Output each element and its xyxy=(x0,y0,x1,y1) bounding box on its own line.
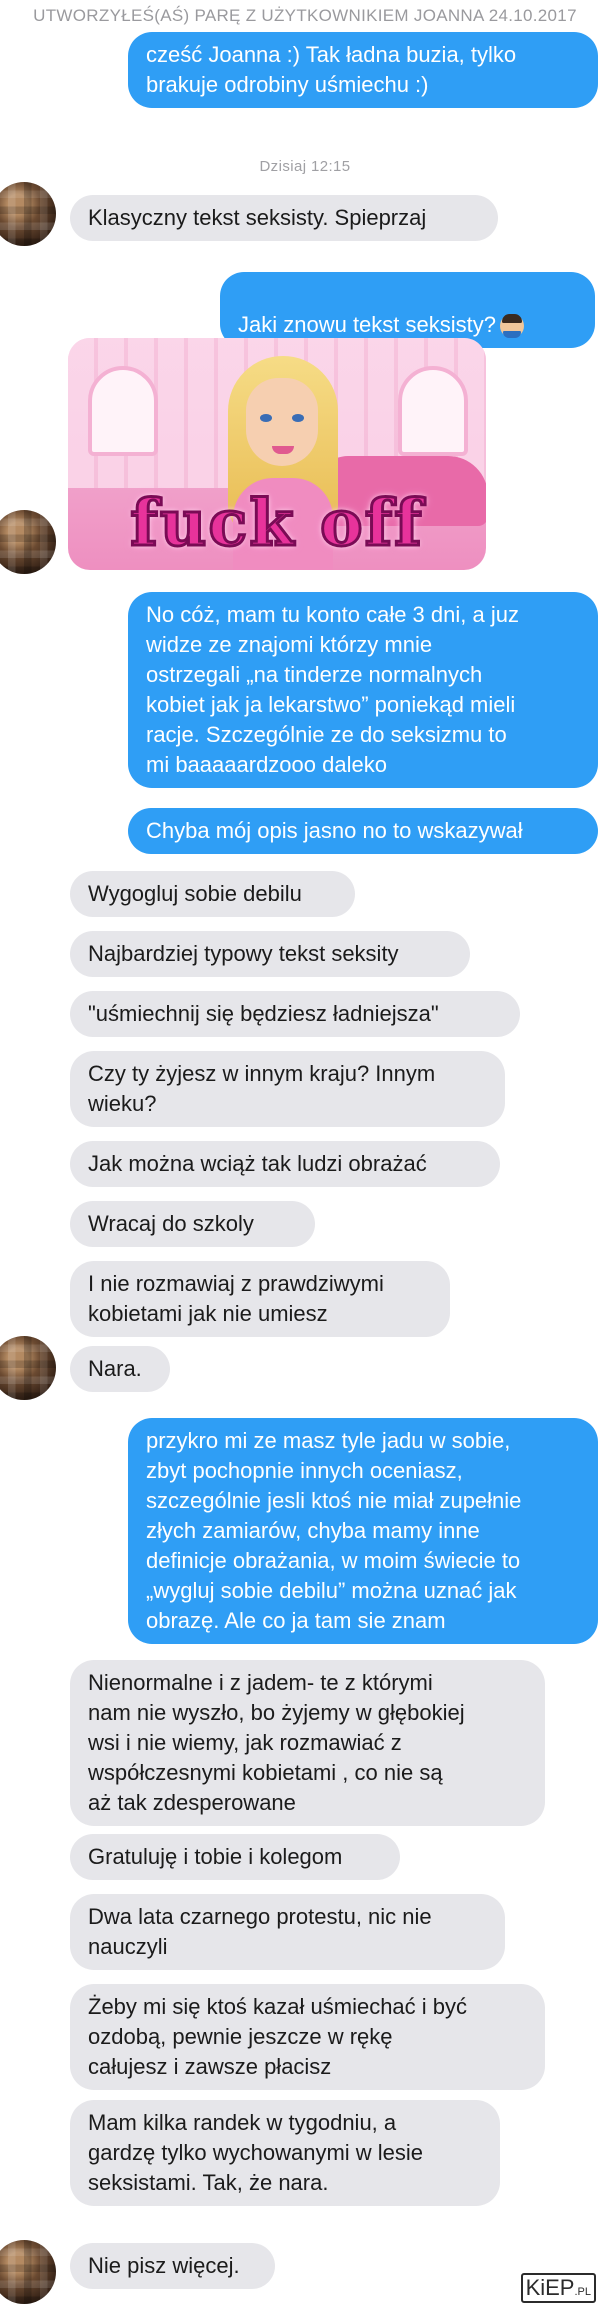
watermark-logo: KiEP.PL xyxy=(520,2273,596,2303)
message-incoming[interactable]: Jak można wciąż tak ludzi obrażać xyxy=(70,1141,500,1187)
gif-caption: fuck off xyxy=(129,485,424,563)
day-separator: Dzisiaj 12:15 xyxy=(259,158,351,175)
message-incoming[interactable]: Wracaj do szkoly xyxy=(70,1201,315,1247)
contact-avatar[interactable] xyxy=(0,182,56,246)
gif-eye xyxy=(292,414,304,422)
gif-message[interactable]: fuck off xyxy=(68,338,486,570)
message-outgoing[interactable]: No cóż, mam tu konto całe 3 dni, a juz w… xyxy=(128,592,598,788)
gif-window xyxy=(398,366,468,456)
message-outgoing[interactable]: Jaki znowu tekst seksisty? xyxy=(220,272,595,348)
message-incoming[interactable]: "uśmiechnij się będziesz ładniejsza" xyxy=(70,991,520,1037)
message-outgoing[interactable]: cześć Joanna :) Tak ładna buzia, tylko b… xyxy=(128,32,598,108)
contact-avatar[interactable] xyxy=(0,510,56,574)
chat-thread: UTWORZYŁEŚ(AŚ) PARĘ Z UŻYTKOWNIKIEM JOAN… xyxy=(0,0,610,2309)
message-outgoing[interactable]: przykro mi ze masz tyle jadu w sobie, zb… xyxy=(128,1418,598,1644)
man-technologist-emoji-icon xyxy=(499,314,524,339)
message-outgoing[interactable]: Chyba mój opis jasno no to wskazywał xyxy=(128,808,598,854)
message-incoming[interactable]: Klasyczny tekst seksisty. Spieprzaj xyxy=(70,195,498,241)
gif-window xyxy=(88,366,158,456)
watermark-suffix: .PL xyxy=(574,2286,591,2298)
message-incoming[interactable]: Najbardziej typowy tekst seksity xyxy=(70,931,470,977)
message-incoming[interactable]: Nienormalne i z jadem- te z którymi nam … xyxy=(70,1660,545,1826)
match-info: UTWORZYŁEŚ(AŚ) PARĘ Z UŻYTKOWNIKIEM JOAN… xyxy=(33,6,577,25)
message-incoming[interactable]: Nie pisz więcej. xyxy=(70,2243,275,2289)
message-incoming[interactable]: Dwa lata czarnego protestu, nic nie nauc… xyxy=(70,1894,505,1970)
message-incoming[interactable]: Nara. xyxy=(70,1346,170,1392)
message-incoming[interactable]: Mam kilka randek w tygodniu, a gardzę ty… xyxy=(70,2100,500,2206)
message-incoming[interactable]: I nie rozmawiaj z prawdziwymi kobietami … xyxy=(70,1261,450,1337)
contact-avatar[interactable] xyxy=(0,1336,56,1400)
message-incoming[interactable]: Wygogluj sobie debilu xyxy=(70,871,355,917)
gif-eye xyxy=(260,414,272,422)
watermark-brand: KiEP xyxy=(525,2275,575,2300)
contact-avatar[interactable] xyxy=(0,2240,56,2304)
message-incoming[interactable]: Czy ty żyjesz w innym kraju? Innym wieku… xyxy=(70,1051,505,1127)
message-incoming[interactable]: Gratuluję i tobie i kolegom xyxy=(70,1834,400,1880)
message-incoming[interactable]: Żeby mi się ktoś kazał uśmiechać i być o… xyxy=(70,1984,545,2090)
message-text: Jaki znowu tekst seksisty? xyxy=(238,312,496,337)
